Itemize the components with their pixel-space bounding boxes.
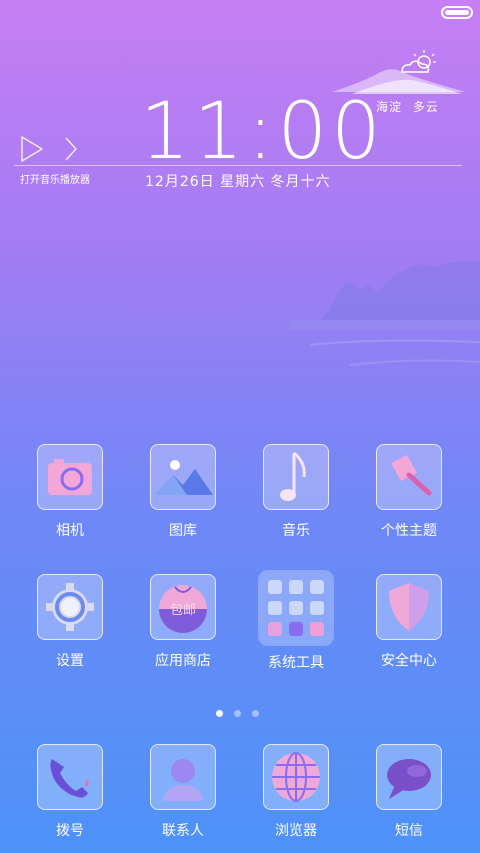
- app-gallery[interactable]: 图库: [133, 444, 233, 540]
- page-dot[interactable]: [234, 710, 241, 717]
- app-label: 系统工具: [268, 655, 324, 671]
- page-dot[interactable]: [252, 710, 259, 717]
- app-label: 图库: [169, 523, 197, 539]
- play-icon[interactable]: [21, 136, 43, 162]
- app-store[interactable]: 包邮 应用商店: [133, 574, 233, 670]
- next-icon[interactable]: [65, 137, 78, 161]
- app-dialer[interactable]: 拨号: [20, 744, 120, 840]
- clock-date[interactable]: 12月26日 星期六 冬月十六: [145, 171, 331, 191]
- divider: [14, 165, 462, 166]
- app-security[interactable]: 安全中心: [359, 574, 459, 670]
- app-label: 应用商店: [155, 653, 211, 669]
- gear-icon: [37, 574, 103, 640]
- battery-icon: [441, 6, 473, 19]
- store-bag-icon: 包邮: [150, 574, 216, 640]
- app-system-tools[interactable]: 系统工具: [246, 570, 346, 672]
- app-camera[interactable]: 相机: [20, 444, 120, 540]
- app-label: 浏览器: [275, 823, 317, 839]
- app-contacts[interactable]: 联系人: [133, 744, 233, 840]
- phone-icon: [37, 744, 103, 810]
- page-dot-active[interactable]: [216, 710, 223, 717]
- music-controls: [21, 136, 78, 162]
- gallery-icon: [150, 444, 216, 510]
- weather-label[interactable]: 海淀 多云: [376, 98, 439, 115]
- app-label: 短信: [395, 823, 423, 839]
- clock-time[interactable]: 11:00: [140, 92, 381, 172]
- message-icon: [376, 744, 442, 810]
- app-music[interactable]: 音乐: [246, 444, 346, 540]
- app-messages[interactable]: 短信: [359, 744, 459, 840]
- folder-icon: [258, 570, 334, 646]
- app-label: 设置: [56, 653, 84, 669]
- app-label: 联系人: [162, 823, 204, 839]
- store-badge-text: 包邮: [170, 603, 196, 618]
- music-player-label[interactable]: 打开音乐播放器: [20, 171, 90, 186]
- theme-brush-icon: [376, 444, 442, 510]
- page-indicator[interactable]: [216, 702, 270, 721]
- app-browser[interactable]: 浏览器: [246, 744, 346, 840]
- app-label: 安全中心: [381, 653, 437, 669]
- weather-condition: 多云: [412, 100, 439, 114]
- app-settings[interactable]: 设置: [20, 574, 120, 670]
- mountain-wallpaper-art: [290, 260, 480, 366]
- app-theme[interactable]: 个性主题: [359, 444, 459, 540]
- app-label: 个性主题: [381, 523, 437, 539]
- camera-icon: [37, 444, 103, 510]
- app-label: 音乐: [282, 523, 310, 539]
- shield-icon: [376, 574, 442, 640]
- contact-icon: [150, 744, 216, 810]
- app-label: 相机: [56, 523, 84, 539]
- globe-icon: [263, 744, 329, 810]
- app-label: 拨号: [56, 823, 84, 839]
- music-note-icon: [263, 444, 329, 510]
